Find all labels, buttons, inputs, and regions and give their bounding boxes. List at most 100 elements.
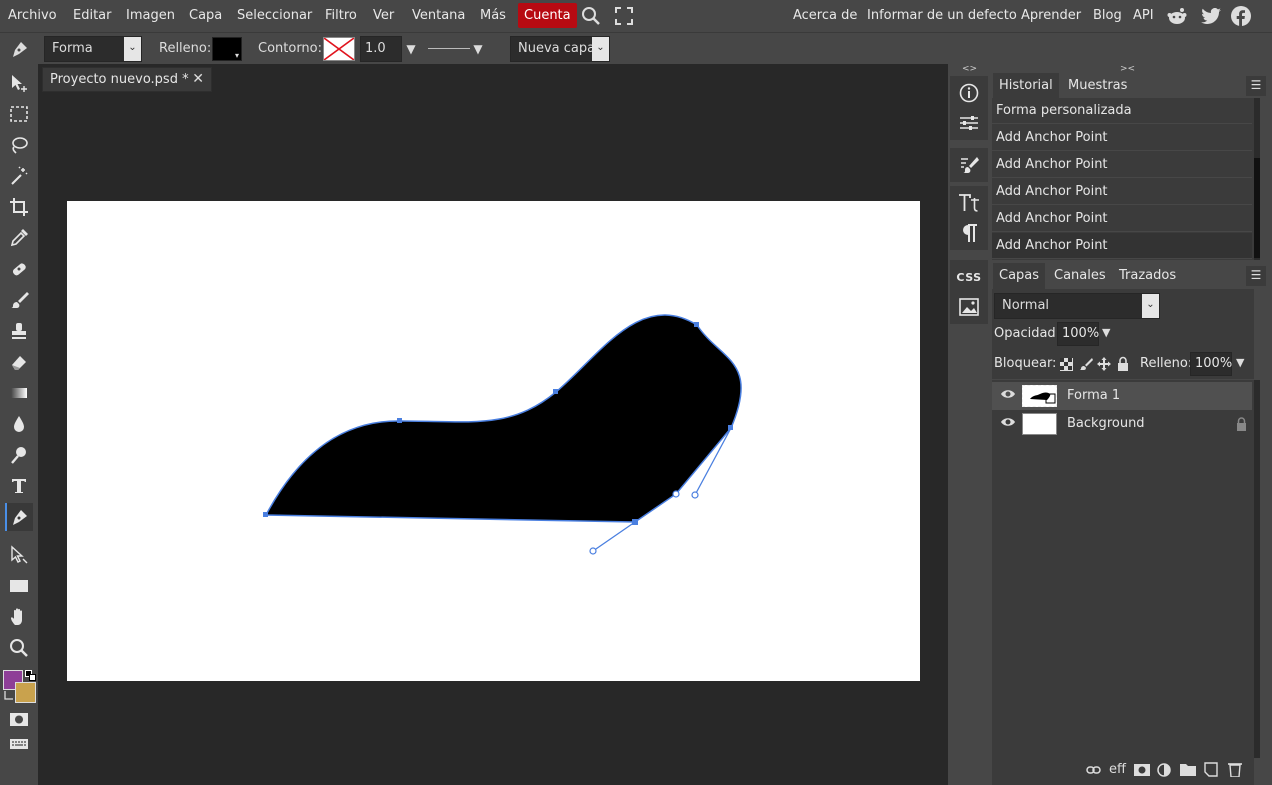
search-icon[interactable] <box>580 5 602 27</box>
lock-pixels-icon[interactable] <box>1079 357 1093 371</box>
history-item-current[interactable]: Add Anchor Point <box>992 233 1252 259</box>
menu-archivo[interactable]: Archivo <box>8 0 57 32</box>
keyboard-icon[interactable] <box>5 730 33 758</box>
collapse-arrows-icon[interactable]: <> <box>962 64 977 74</box>
new-layer-icon[interactable] <box>1204 762 1218 781</box>
lock-all-icon[interactable] <box>1117 356 1131 371</box>
fullscreen-icon[interactable] <box>614 6 634 26</box>
bezier-handle[interactable] <box>589 547 597 555</box>
background-color-swatch[interactable] <box>15 682 36 703</box>
history-item[interactable]: Add Anchor Point <box>992 179 1252 205</box>
history-item[interactable]: Add Anchor Point <box>992 152 1252 178</box>
layers-menu-icon[interactable]: ☰ <box>1246 266 1266 286</box>
folder-icon[interactable] <box>1180 763 1196 780</box>
tab-canales[interactable]: Canales <box>1048 263 1112 289</box>
layers-scrollbar[interactable] <box>1254 380 1260 758</box>
document-tab[interactable]: Proyecto nuevo.psd * ✕ <box>42 67 212 92</box>
stroke-width-dropdown-icon[interactable]: ▼ <box>405 41 417 57</box>
layer-row-background[interactable]: Background <box>992 410 1252 438</box>
default-colors-icon[interactable] <box>25 670 36 681</box>
menu-mas[interactable]: Más <box>480 0 506 32</box>
eraser-tool-icon[interactable] <box>5 348 33 376</box>
gradient-tool-icon[interactable] <box>5 379 33 407</box>
facebook-icon[interactable] <box>1230 5 1252 27</box>
tab-historial[interactable]: Historial <box>993 73 1059 99</box>
stroke-style-preview[interactable] <box>428 48 470 49</box>
reddit-icon[interactable] <box>1166 6 1188 26</box>
history-item[interactable]: Add Anchor Point <box>992 125 1252 151</box>
lock-transparency-icon[interactable] <box>1060 358 1073 371</box>
anchor-point[interactable] <box>728 425 733 430</box>
history-item[interactable]: Forma personalizada <box>992 98 1252 124</box>
tab-muestras[interactable]: Muestras <box>1062 73 1133 99</box>
info-icon[interactable] <box>950 78 988 108</box>
healing-brush-tool-icon[interactable] <box>5 255 33 283</box>
shape-tool-icon[interactable] <box>5 572 33 600</box>
adjustments-icon[interactable] <box>950 108 988 138</box>
trash-icon[interactable] <box>1228 762 1242 781</box>
custom-shape-path[interactable] <box>264 314 742 523</box>
lasso-tool-icon[interactable] <box>5 131 33 159</box>
stroke-style-dropdown-icon[interactable]: ▼ <box>472 41 484 57</box>
text-tool-icon[interactable] <box>5 472 33 500</box>
tab-trazados[interactable]: Trazados <box>1113 263 1182 289</box>
paragraph-icon[interactable] <box>950 218 988 248</box>
adjustment-layer-icon[interactable] <box>1157 763 1171 781</box>
blur-tool-icon[interactable] <box>5 410 33 438</box>
anchor-point[interactable] <box>694 322 699 327</box>
menu-imagen[interactable]: Imagen <box>126 0 175 32</box>
bezier-handle[interactable] <box>691 491 699 499</box>
link-layers-icon[interactable] <box>1086 764 1101 780</box>
fill-color-swatch[interactable]: ▾ <box>212 37 242 61</box>
menu-seleccionar[interactable]: Seleccionar <box>237 0 312 32</box>
magic-wand-tool-icon[interactable] <box>5 162 33 190</box>
menu-capa[interactable]: Capa <box>189 0 222 32</box>
eye-icon[interactable] <box>1000 416 1016 432</box>
brush-settings-icon[interactable] <box>950 150 988 180</box>
menu-ventana[interactable]: Ventana <box>412 0 465 32</box>
anchor-point-selected[interactable] <box>632 519 638 525</box>
close-icon[interactable]: ✕ <box>192 68 204 91</box>
swap-colors-icon[interactable] <box>3 690 14 701</box>
marquee-tool-icon[interactable] <box>5 100 33 128</box>
fill-opacity-input[interactable]: 100% <box>1190 352 1232 376</box>
crop-tool-icon[interactable] <box>5 193 33 221</box>
canvas[interactable] <box>67 201 920 681</box>
move-tool-icon[interactable] <box>5 69 33 97</box>
brush-tool-icon[interactable] <box>5 286 33 314</box>
twitter-icon[interactable] <box>1200 6 1222 26</box>
anchor-point[interactable] <box>397 418 402 423</box>
layer-row-forma-1[interactable]: Forma 1 <box>992 382 1252 410</box>
menu-editar[interactable]: Editar <box>73 0 112 32</box>
link-api[interactable]: API <box>1133 0 1154 32</box>
hand-tool-icon[interactable] <box>5 603 33 631</box>
tab-capas[interactable]: Capas <box>993 263 1046 289</box>
lock-position-icon[interactable] <box>1097 357 1111 371</box>
menu-ver[interactable]: Ver <box>373 0 394 32</box>
quick-mask-icon[interactable] <box>5 705 33 733</box>
zoom-tool-icon[interactable] <box>5 634 33 662</box>
fill-dropdown-icon[interactable]: ▼ <box>1236 356 1244 369</box>
opacity-input[interactable]: 100% <box>1057 322 1099 346</box>
link-acerca[interactable]: Acerca de <box>793 0 857 32</box>
stroke-color-swatch[interactable] <box>323 37 355 61</box>
anchor-point[interactable] <box>672 490 680 498</box>
anchor-point[interactable] <box>263 512 268 517</box>
menu-filtro[interactable]: Filtro <box>325 0 357 32</box>
stamp-tool-icon[interactable] <box>5 317 33 345</box>
history-menu-icon[interactable]: ☰ <box>1246 76 1266 96</box>
layer-effects-button[interactable]: eff <box>1109 762 1126 778</box>
anchor-point[interactable] <box>553 389 558 394</box>
image-icon[interactable] <box>950 292 988 322</box>
dodge-tool-icon[interactable] <box>5 441 33 469</box>
pen-tool-button[interactable] <box>5 503 33 531</box>
history-item[interactable]: Add Anchor Point <box>992 206 1252 232</box>
link-informar[interactable]: Informar de un defecto <box>867 0 1017 32</box>
opacity-dropdown-icon[interactable]: ▼ <box>1102 326 1110 339</box>
account-button[interactable]: Cuenta <box>518 3 577 28</box>
css-panel-button[interactable]: CSS <box>950 262 988 292</box>
stroke-width-input[interactable]: 1.0 px <box>360 36 402 80</box>
blend-mode-select[interactable]: Normal ⌄ <box>994 293 1160 319</box>
link-aprender[interactable]: Aprender <box>1021 0 1081 32</box>
direct-selection-tool-icon[interactable] <box>5 541 33 569</box>
